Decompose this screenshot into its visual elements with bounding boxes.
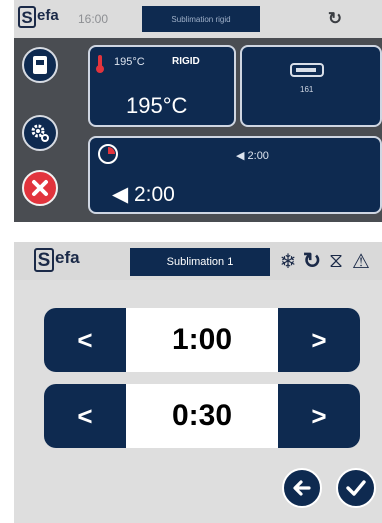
timer-progress [101,147,115,161]
close-icon [32,180,48,196]
time-stepper-1: < 1:00 > [44,308,360,372]
time-edit-screen: Sefa Sublimation 1 ❄ ↻ ⧖ ⚠ < 1:00 > < 0:… [14,242,382,523]
increment-button[interactable]: > [278,384,360,448]
program-tab[interactable]: Sublimation rigid [142,6,260,32]
program-icon [33,56,47,74]
heating-bar-fill [296,68,316,72]
confirm-button[interactable] [336,468,376,508]
snowflake-icon: ❄ [279,250,297,273]
gear-icon [31,124,49,142]
main-screen: Sefa 16:00 Sublimation rigid ↻ 195°C RIG… [14,0,382,222]
mode-panel[interactable]: 161 [240,45,382,127]
arrow-left-icon [293,480,311,496]
time-stepper-2: < 0:30 > [44,384,360,448]
thermometer-icon [96,55,104,73]
decrement-button[interactable]: < [44,308,126,372]
sefa-logo: Sefa [18,6,70,32]
program-button[interactable] [22,47,58,83]
hourglass-icon: ⧖ [328,249,344,272]
settings-button[interactable] [22,115,58,151]
check-icon [346,480,366,496]
top-bar: Sefa Sublimation 1 ❄ ↻ ⧖ ⚠ [14,242,382,280]
time-panel[interactable]: ◀ 2:00 ◀ 2:00 [88,136,382,214]
material-label: RIGID [172,56,200,67]
mode-value: 161 [300,85,314,94]
stop-button[interactable] [22,170,58,206]
decrement-button[interactable]: < [44,384,126,448]
program-tab[interactable]: Sublimation 1 [130,248,270,276]
top-bar: Sefa 16:00 Sublimation rigid ↻ [14,0,382,38]
temperature-value: 195°C [126,93,188,118]
refresh-icon[interactable]: ↻ [324,8,346,30]
temperature-panel[interactable]: 195°C RIGID 195°C [88,45,236,127]
stepper-value: 1:00 [126,308,278,372]
back-button[interactable] [282,468,322,508]
temperature-setpoint: 195°C [114,56,145,68]
warning-icon: ⚠ [352,250,370,273]
time-value: ◀ 2:00 [112,183,175,206]
refresh-icon[interactable]: ↻ [302,248,322,274]
sefa-logo: Sefa [34,248,80,274]
increment-button[interactable]: > [278,308,360,372]
time-setpoint: ◀ 2:00 [236,150,269,162]
stepper-value: 0:30 [126,384,278,448]
heating-bar-icon [290,63,324,77]
timer-icon [98,144,118,164]
clock-time: 16:00 [78,12,109,26]
